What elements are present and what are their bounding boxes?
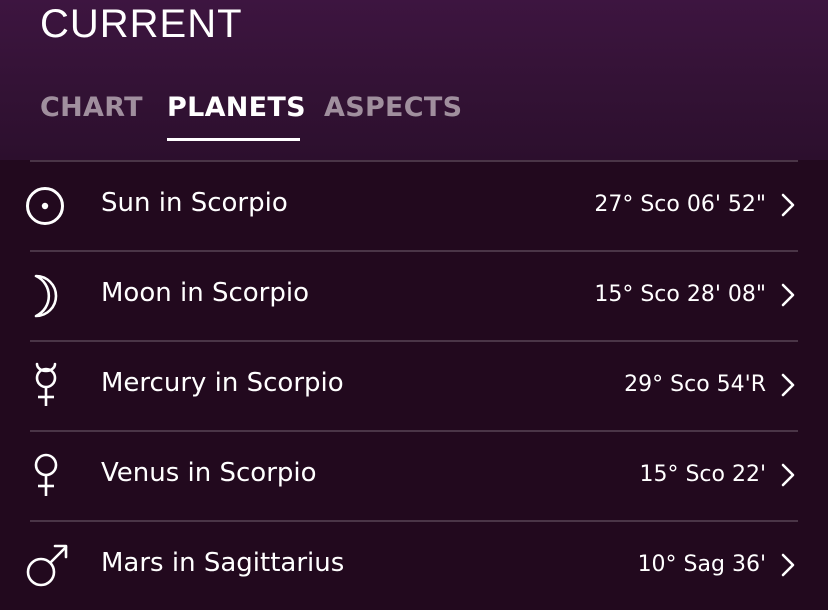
- mars-icon: [26, 544, 68, 587]
- page-title: CURRENT: [40, 2, 243, 46]
- divider: [30, 340, 798, 342]
- planet-position: 29° Sco 54'R: [624, 372, 766, 397]
- planet-name: Mars in Sagittarius: [101, 548, 345, 578]
- divider: [30, 520, 798, 522]
- sun-icon: [26, 187, 64, 225]
- tab-planets[interactable]: PLANETS: [167, 90, 306, 126]
- planet-position: 15° Sco 28' 08": [594, 282, 766, 307]
- tab-chart[interactable]: CHART: [40, 90, 143, 126]
- mercury-icon: [35, 362, 57, 406]
- chevron-right-icon: [781, 193, 795, 217]
- active-tab-indicator: [167, 138, 300, 141]
- header: CURRENT CHART PLANETS ASPECTS: [0, 0, 828, 160]
- chevron-right-icon: [781, 373, 795, 397]
- list-item[interactable]: Sun in Scorpio 27° Sco 06' 52": [0, 160, 828, 250]
- moon-icon: [34, 274, 58, 318]
- list-item[interactable]: Mars in Sagittarius 10° Sag 36': [0, 520, 828, 610]
- planet-name: Moon in Scorpio: [101, 278, 309, 308]
- divider: [30, 160, 798, 162]
- chevron-right-icon: [781, 463, 795, 487]
- planet-position: 15° Sco 22': [639, 462, 766, 487]
- planet-name: Venus in Scorpio: [101, 458, 317, 488]
- venus-icon: [34, 453, 58, 496]
- planet-name: Sun in Scorpio: [101, 188, 288, 218]
- list-item[interactable]: Mercury in Scorpio 29° Sco 54'R: [0, 340, 828, 430]
- list-item[interactable]: Moon in Scorpio 15° Sco 28' 08": [0, 250, 828, 340]
- planet-position: 27° Sco 06' 52": [594, 192, 766, 217]
- divider: [30, 430, 798, 432]
- planet-position: 10° Sag 36': [637, 552, 766, 577]
- chevron-right-icon: [781, 283, 795, 307]
- list-item[interactable]: Venus in Scorpio 15° Sco 22': [0, 430, 828, 520]
- chevron-right-icon: [781, 553, 795, 577]
- divider: [30, 250, 798, 252]
- tab-aspects[interactable]: ASPECTS: [324, 90, 462, 126]
- planet-name: Mercury in Scorpio: [101, 368, 344, 398]
